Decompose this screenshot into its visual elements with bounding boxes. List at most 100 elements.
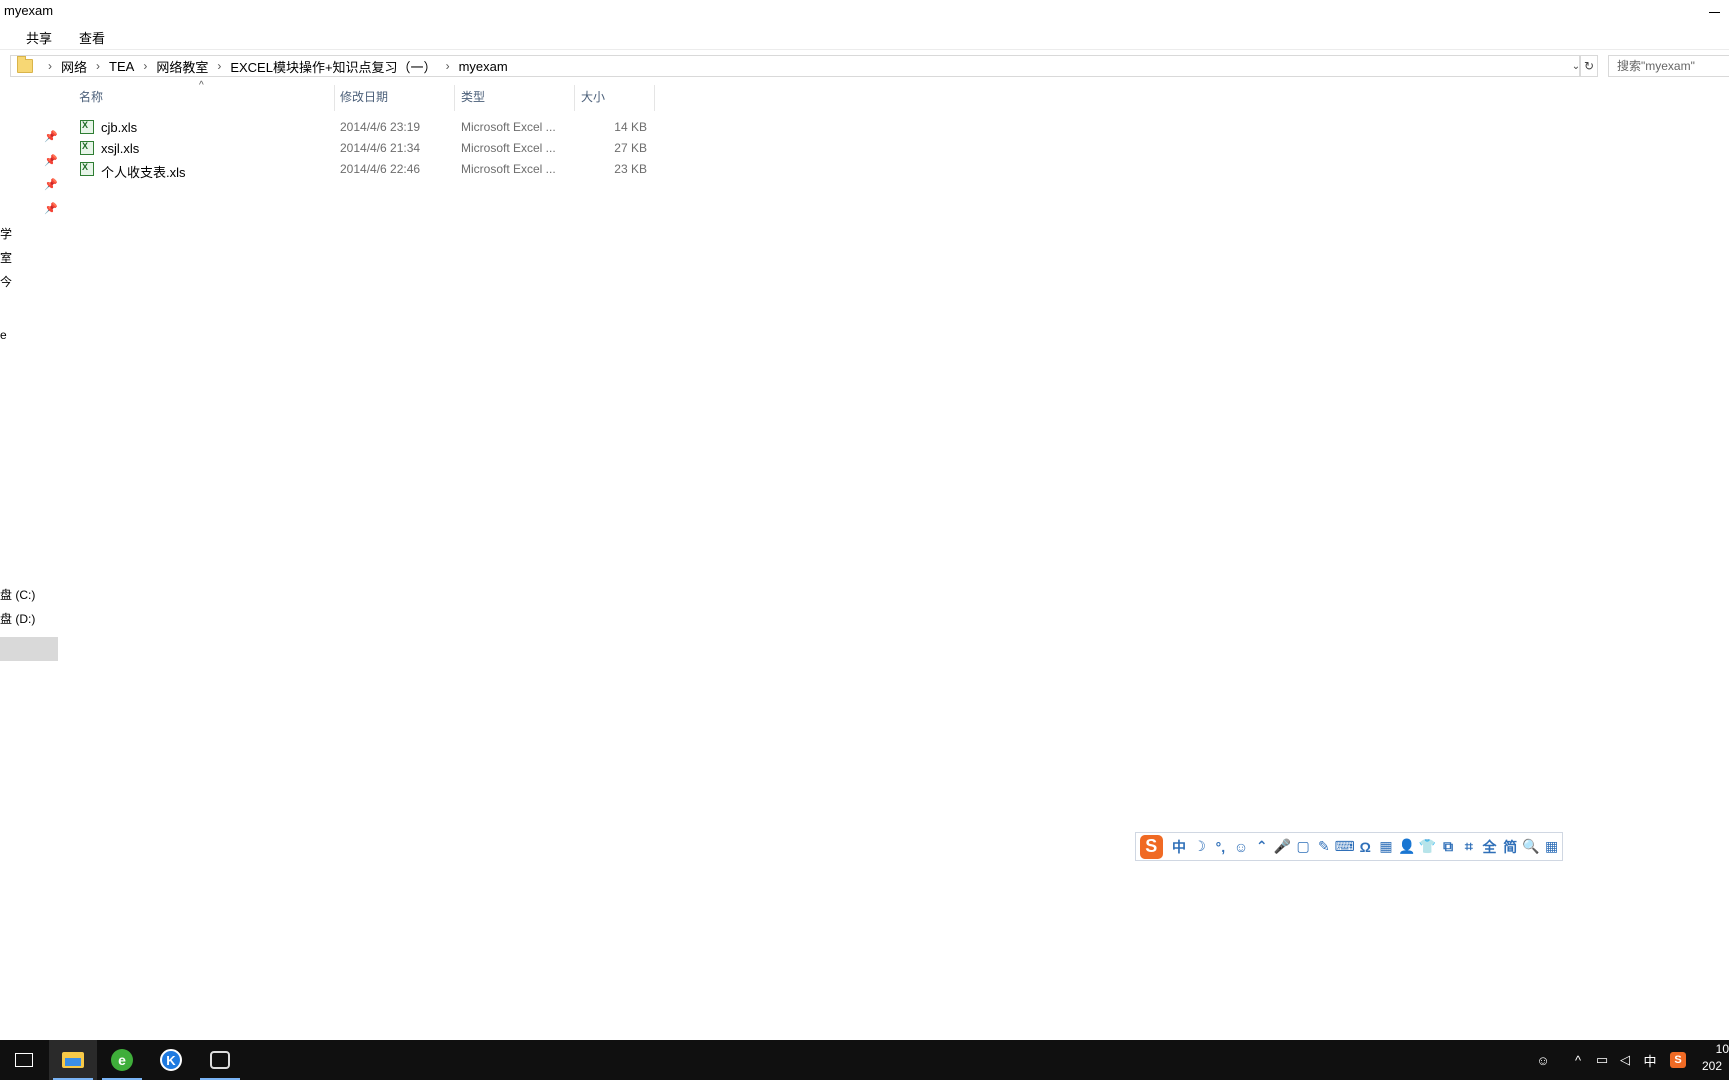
file-row[interactable]: cjb.xls 2014/4/6 23:19 Microsoft Excel .… <box>78 118 656 138</box>
folder-icon <box>17 56 33 73</box>
ime-softkeyboard-icon[interactable]: ▦ <box>1376 836 1397 858</box>
pin-icon[interactable]: 📌 <box>44 154 58 167</box>
breadcrumb-item-tea[interactable]: TEA <box>109 59 134 74</box>
breadcrumb-item-excel-module[interactable]: EXCEL模块操作+知识点复习（一） <box>230 57 436 76</box>
nav-item-drive-c[interactable]: 盘 (C:) <box>0 586 35 603</box>
clock-date: 202 <box>1702 1059 1723 1073</box>
pin-icon[interactable]: 📌 <box>44 202 58 215</box>
ime-kaomoji-icon[interactable]: ⌃ <box>1251 836 1272 858</box>
column-header-date[interactable]: 修改日期 <box>340 88 388 105</box>
chevron-right-icon[interactable]: › <box>48 59 52 73</box>
ribbon: 共享 查看 <box>0 26 1729 48</box>
sogou-tray-button[interactable]: S <box>1668 1040 1688 1080</box>
chevron-right-icon[interactable]: › <box>217 59 221 73</box>
ime-keyboard-icon[interactable]: ⌨ <box>1334 836 1355 858</box>
ime-screenshot-icon[interactable]: ▢ <box>1293 836 1314 858</box>
minimize-icon <box>1709 11 1720 13</box>
ime-chinese-mode[interactable]: 中 <box>1169 836 1190 858</box>
taskbar-file-explorer[interactable] <box>49 1040 97 1080</box>
pin-icon[interactable]: 📌 <box>44 130 58 143</box>
breadcrumb: › 网络 › TEA › 网络教室 › EXCEL模块操作+知识点复习（一） ›… <box>13 56 508 76</box>
sogou-logo-icon[interactable]: S <box>1140 834 1163 859</box>
ime-crop-icon[interactable]: ⌗ <box>1458 836 1479 858</box>
ime-toolbar: S 中 ☽ °, ☺ ⌃ 🎤 ▢ ✎ ⌨ Ω ▦ 👤 👕 ⧉ ⌗ 全 简 🔍 ▦ <box>1135 832 1563 861</box>
excel-file-icon <box>80 141 94 155</box>
minimize-button[interactable] <box>1700 0 1729 24</box>
ime-translate-icon[interactable]: ⧉ <box>1438 836 1459 858</box>
file-type: Microsoft Excel ... <box>461 162 556 176</box>
file-size: 14 KB <box>614 120 647 134</box>
ime-voice-icon[interactable]: 🎤 <box>1272 836 1293 858</box>
ime-search-icon[interactable]: 🔍 <box>1521 836 1542 858</box>
clock-time: 10 <box>1715 1042 1729 1056</box>
refresh-icon: ↻ <box>1583 59 1595 73</box>
chevron-down-icon: ⌄ <box>1571 60 1581 72</box>
file-date: 2014/4/6 21:34 <box>340 141 421 155</box>
k-app-icon: K <box>160 1049 182 1071</box>
refresh-button[interactable]: ↻ <box>1580 55 1598 77</box>
breadcrumb-item-classroom[interactable]: 网络教室 <box>156 57 208 76</box>
file-name: cjb.xls <box>101 120 138 135</box>
ime-toolbox-icon[interactable]: ▦ <box>1541 836 1562 858</box>
people-button[interactable]: ☺ <box>1530 1040 1556 1080</box>
ime-halfwidth-icon[interactable]: ☽ <box>1189 836 1210 858</box>
taskbar-app[interactable] <box>196 1040 244 1080</box>
ime-emoji-icon[interactable]: ☺ <box>1231 836 1252 858</box>
column-header-name[interactable]: 名称 <box>79 88 103 105</box>
tab-share[interactable]: 共享 <box>20 28 58 47</box>
ime-handwriting-icon[interactable]: ✎ <box>1314 836 1335 858</box>
nav-item[interactable]: 学 <box>0 225 12 242</box>
ime-simplified-button[interactable]: 简 <box>1500 836 1521 858</box>
file-name: xsjl.xls <box>101 141 140 156</box>
breadcrumb-item-myexam[interactable]: myexam <box>459 59 508 74</box>
search-input[interactable]: 搜索"myexam" <box>1608 55 1729 77</box>
chevron-right-icon[interactable]: › <box>446 59 450 73</box>
ime-punctuation-icon[interactable]: °, <box>1210 836 1231 858</box>
task-view-icon <box>15 1053 33 1067</box>
sogou-tray-icon: S <box>1670 1052 1686 1068</box>
ime-symbol-icon[interactable]: Ω <box>1355 836 1376 858</box>
ime-user-icon[interactable]: 👤 <box>1396 836 1417 858</box>
tab-view[interactable]: 查看 <box>73 28 111 47</box>
show-hidden-icons-button[interactable]: ^ <box>1568 1040 1588 1080</box>
network-button[interactable]: ▭ <box>1592 1040 1612 1080</box>
column-divider[interactable] <box>654 85 655 111</box>
ime-skin-icon[interactable]: 👕 <box>1417 836 1438 858</box>
breadcrumb-item-network[interactable]: 网络 <box>61 57 87 76</box>
app-icon <box>210 1051 230 1069</box>
volume-button[interactable]: ◁ <box>1615 1040 1635 1080</box>
nav-item-selected[interactable] <box>0 637 58 661</box>
address-bar[interactable]: › 网络 › TEA › 网络教室 › EXCEL模块操作+知识点复习（一） ›… <box>10 55 1580 77</box>
file-row[interactable]: xsjl.xls 2014/4/6 21:34 Microsoft Excel … <box>78 139 656 159</box>
ime-fullwidth-button[interactable]: 全 <box>1479 836 1500 858</box>
excel-file-icon <box>80 162 94 176</box>
nav-item[interactable]: e <box>0 328 7 342</box>
chevron-right-icon[interactable]: › <box>96 59 100 73</box>
column-header-type[interactable]: 类型 <box>461 88 485 105</box>
nav-item[interactable]: 今 <box>0 273 12 290</box>
nav-item-drive-d[interactable]: 盘 (D:) <box>0 610 35 627</box>
column-header-size[interactable]: 大小 <box>581 88 605 105</box>
column-divider[interactable] <box>574 85 575 111</box>
file-type: Microsoft Excel ... <box>461 120 556 134</box>
chevron-right-icon[interactable]: › <box>143 59 147 73</box>
window-title: myexam <box>4 3 54 18</box>
taskbar-k-app[interactable]: K <box>147 1040 195 1080</box>
excel-file-icon <box>80 120 94 134</box>
volume-muted-icon: ◁ <box>1620 1052 1630 1067</box>
file-date: 2014/4/6 22:46 <box>340 162 421 176</box>
file-row[interactable]: 个人收支表.xls 2014/4/6 22:46 Microsoft Excel… <box>78 160 656 180</box>
taskbar: e K <box>0 1040 1729 1080</box>
sort-up-icon: ^ <box>199 80 204 91</box>
taskbar-browser[interactable]: e <box>98 1040 146 1080</box>
system-clock[interactable]: 10 202 <box>1702 1042 1729 1080</box>
pin-icon[interactable]: 📌 <box>44 178 58 191</box>
column-divider[interactable] <box>454 85 455 111</box>
column-divider[interactable] <box>334 85 335 111</box>
browser-icon: e <box>111 1049 133 1071</box>
file-size: 23 KB <box>614 162 647 176</box>
input-language-button[interactable]: 中 <box>1640 1040 1660 1080</box>
nav-item[interactable]: 室 <box>0 249 12 266</box>
chevron-up-icon: ^ <box>1574 1052 1582 1068</box>
task-view-button[interactable] <box>0 1040 48 1080</box>
